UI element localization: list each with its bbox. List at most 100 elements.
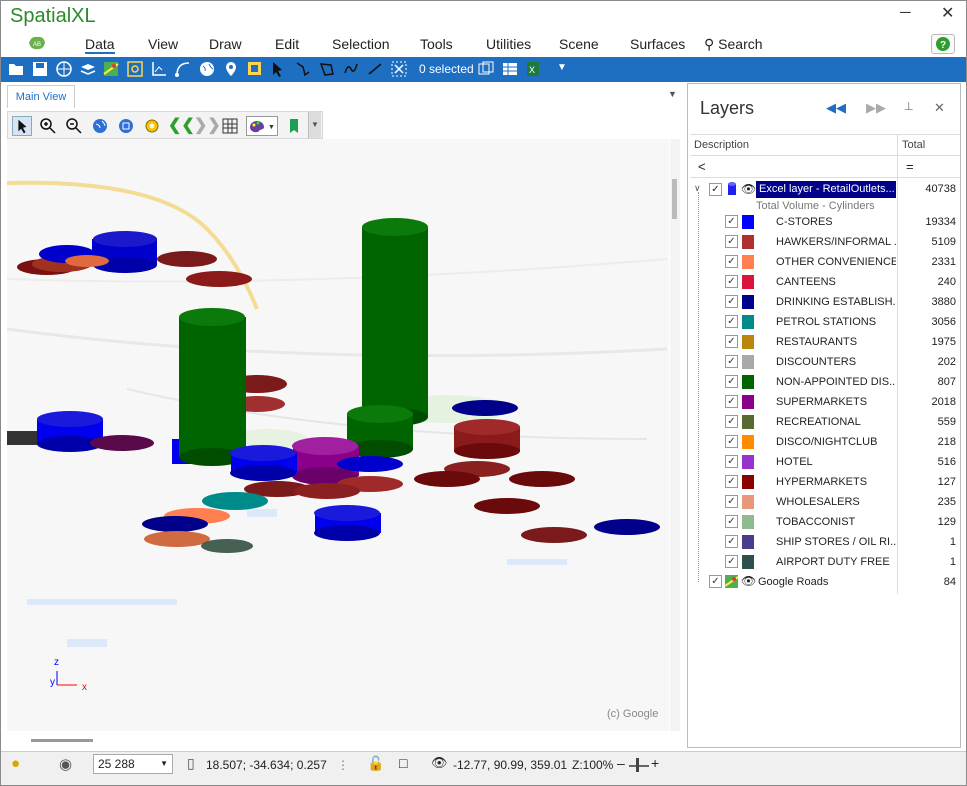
menu-edit[interactable]: Edit <box>275 36 299 52</box>
category-checkbox[interactable]: ✓ <box>725 315 738 328</box>
select-line-icon[interactable] <box>366 60 384 78</box>
save-icon[interactable] <box>31 60 49 78</box>
menu-utilities[interactable]: Utilities <box>486 36 531 52</box>
category-checkbox[interactable]: ✓ <box>725 355 738 368</box>
map-3d-view[interactable]: z y x (c) Google <box>7 139 669 731</box>
category-checkbox[interactable]: ✓ <box>725 555 738 568</box>
snap-icon[interactable]: ⋮ <box>337 758 349 772</box>
category-row[interactable]: ✓ DISCO/NIGHTCLUB 218 <box>688 432 960 452</box>
previous-view-icon[interactable]: ❮❮ <box>168 115 195 135</box>
menu-tools[interactable]: Tools <box>420 36 453 52</box>
google-visibility-eye-icon[interactable]: 👁 <box>741 574 756 588</box>
globe-settings-icon[interactable] <box>55 60 73 78</box>
minimize-button[interactable]: ─ <box>900 4 911 21</box>
layers-icon[interactable] <box>79 60 97 78</box>
category-row[interactable]: ✓ RECREATIONAL 559 <box>688 412 960 432</box>
lightbulb-icon[interactable]: ● <box>11 755 20 772</box>
category-row[interactable]: ✓ NON-APPOINTED DIS... 807 <box>688 372 960 392</box>
help-button[interactable]: ? <box>931 34 955 54</box>
category-checkbox[interactable]: ✓ <box>725 295 738 308</box>
open-folder-icon[interactable] <box>7 60 25 78</box>
grid-icon[interactable] <box>220 116 240 136</box>
lock-icon[interactable]: 🔓 <box>367 755 384 772</box>
comment-icon[interactable]: □ <box>399 755 407 771</box>
category-checkbox[interactable]: ✓ <box>725 215 738 228</box>
category-row[interactable]: ✓ SUPERMARKETS 2018 <box>688 392 960 412</box>
category-checkbox[interactable]: ✓ <box>725 455 738 468</box>
menu-scene[interactable]: Scene <box>559 36 599 52</box>
curve-icon[interactable] <box>174 60 192 78</box>
render-style-dropdown[interactable]: ▼ <box>246 116 278 136</box>
toolbar-expand-icon[interactable]: ▼ <box>308 112 321 138</box>
select-polyline-icon[interactable] <box>294 60 312 78</box>
tab-main-view[interactable]: Main View <box>7 85 75 108</box>
chart-axes-icon[interactable] <box>150 60 168 78</box>
category-row[interactable]: ✓ DRINKING ESTABLISH... 3880 <box>688 292 960 312</box>
zoom-slider-thumb[interactable] <box>636 758 639 772</box>
layer-google-roads[interactable]: ✓ 👁 Google Roads 84 <box>688 572 960 592</box>
collapse-left-icon[interactable]: ◀◀ <box>826 100 846 116</box>
select-pointer-icon[interactable] <box>270 60 288 78</box>
zoom-extents-globe-icon[interactable] <box>90 116 110 136</box>
menu-selection[interactable]: Selection <box>332 36 390 52</box>
category-checkbox[interactable]: ✓ <box>725 515 738 528</box>
earth-icon[interactable] <box>198 60 216 78</box>
map-icon[interactable] <box>102 60 120 78</box>
map-horizontal-scrollbar[interactable] <box>31 739 93 742</box>
category-checkbox[interactable]: ✓ <box>725 275 738 288</box>
category-checkbox[interactable]: ✓ <box>725 255 738 268</box>
category-row[interactable]: ✓ OTHER CONVENIENCE 2331 <box>688 252 960 272</box>
google-roads-checkbox[interactable]: ✓ <box>709 575 722 588</box>
menu-draw[interactable]: Draw <box>209 36 242 52</box>
category-checkbox[interactable]: ✓ <box>725 235 738 248</box>
zoom-in-icon[interactable] <box>38 116 58 136</box>
filter-row[interactable]: < = <box>690 156 960 178</box>
category-checkbox[interactable]: ✓ <box>725 395 738 408</box>
zoom-slider[interactable] <box>629 765 649 767</box>
scale-combobox[interactable]: 25 288 ▼ <box>93 754 173 774</box>
pointer-tool-icon[interactable] <box>12 116 32 136</box>
category-checkbox[interactable]: ✓ <box>725 435 738 448</box>
settings-gear-icon[interactable] <box>142 116 162 136</box>
menu-search[interactable]: ⚲ Search <box>704 36 763 53</box>
menu-view[interactable]: View <box>148 36 178 52</box>
zoom-out-icon[interactable] <box>64 116 84 136</box>
globe-icon[interactable]: ◉ <box>59 755 72 773</box>
select-area-icon[interactable] <box>246 60 264 78</box>
zoom-out-button[interactable]: – <box>617 755 625 771</box>
category-row[interactable]: ✓ HOTEL 516 <box>688 452 960 472</box>
menu-data[interactable]: Data <box>85 36 115 54</box>
attribute-table-icon[interactable] <box>501 60 519 78</box>
clear-selection-icon[interactable] <box>390 60 408 78</box>
zoom-layer-globe-icon[interactable] <box>116 116 136 136</box>
zoom-to-selection-icon[interactable] <box>477 60 495 78</box>
tab-dropdown-icon[interactable]: ▼ <box>668 89 677 99</box>
category-row[interactable]: ✓ WHOLESALERS 235 <box>688 492 960 512</box>
expand-right-icon[interactable]: ▶▶ <box>866 100 886 116</box>
collapse-chevron-icon[interactable]: ∨ <box>694 183 701 194</box>
zoom-in-button[interactable]: + <box>651 755 659 771</box>
category-row[interactable]: ✓ PETROL STATIONS 3056 <box>688 312 960 332</box>
close-panel-icon[interactable]: ✕ <box>934 100 945 116</box>
pin-panel-icon[interactable]: ⊥ <box>904 100 914 113</box>
close-button[interactable]: ✕ <box>941 3 954 23</box>
category-row[interactable]: ✓ HYPERMARKETS 127 <box>688 472 960 492</box>
select-polygon-icon[interactable] <box>318 60 336 78</box>
category-row[interactable]: ✓ RESTAURANTS 1975 <box>688 332 960 352</box>
pin-icon[interactable] <box>222 60 240 78</box>
category-checkbox[interactable]: ✓ <box>725 335 738 348</box>
bookmark-icon[interactable] <box>284 116 304 136</box>
app-menu-icon[interactable]: AB <box>27 34 47 52</box>
category-row[interactable]: ✓ TOBACCONIST 129 <box>688 512 960 532</box>
category-row[interactable]: ✓ HAWKERS/INFORMAL ... 5109 <box>688 232 960 252</box>
layer-checkbox[interactable]: ✓ <box>709 183 722 196</box>
export-excel-icon[interactable]: X <box>525 60 543 78</box>
shapefile-icon[interactable] <box>126 60 144 78</box>
category-row[interactable]: ✓ SHIP STORES / OIL RI... 1 <box>688 532 960 552</box>
category-checkbox[interactable]: ✓ <box>725 375 738 388</box>
toolbar-overflow-icon[interactable]: ▼ <box>557 62 567 73</box>
select-freehand-icon[interactable] <box>342 60 360 78</box>
layer-name-retail-outlets[interactable]: Excel layer - RetailOutlets... <box>756 181 896 198</box>
category-row[interactable]: ✓ C-STORES 19334 <box>688 212 960 232</box>
category-checkbox[interactable]: ✓ <box>725 475 738 488</box>
